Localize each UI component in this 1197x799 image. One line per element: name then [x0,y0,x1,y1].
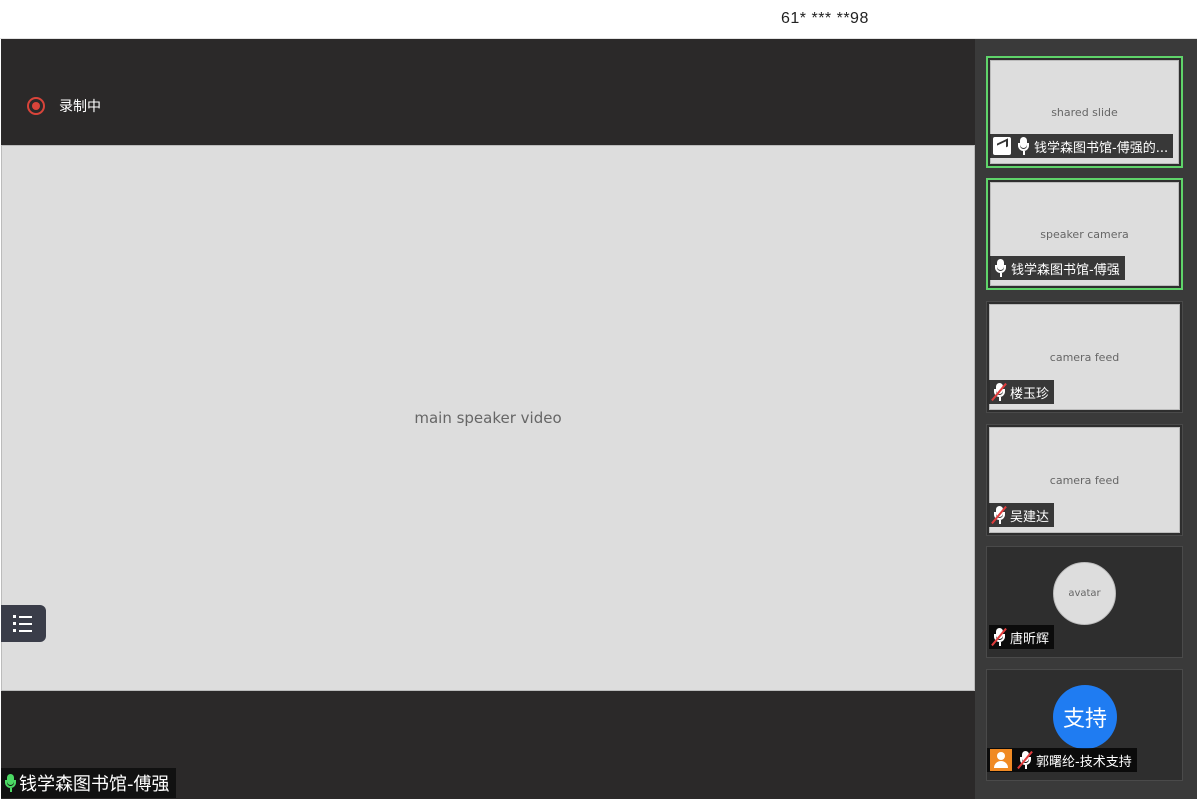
microphone-icon [1016,137,1030,155]
microphone-muted-icon [1018,751,1032,769]
recording-label: 录制中 [59,99,101,115]
screen-share-icon [993,137,1011,155]
speaker-name: 钱学森图书馆-傅强 [19,774,170,795]
participant-list-button[interactable] [1,605,46,642]
microphone-muted-icon [992,383,1006,401]
participant-name: 钱学森图书馆-傅强 [1011,262,1120,278]
main-video-placeholder: main speaker video [414,409,562,427]
participant-tile[interactable]: 支持 郭曙纶-技术支持 [986,669,1183,781]
main-stage: 录制中 main speaker video 钱学森图书馆-傅强 [1,39,975,799]
microphone-muted-icon [992,506,1006,524]
avatar: avatar [1053,562,1116,625]
participant-tile[interactable]: shared slide 钱学森图书馆-傅强的... [986,56,1183,168]
recording-icon [27,97,45,115]
title-bar: 61* *** **98 [0,0,1197,39]
participant-label: 吴建达 [989,503,1055,527]
participant-label: 钱学森图书馆-傅强的... [990,134,1174,158]
participant-tile[interactable]: avatar 唐昕辉 [986,546,1183,658]
meeting-window: 61* *** **98 录制中 main speaker video 钱学森图… [0,0,1197,799]
participant-name: 郭曙纶-技术支持 [1036,754,1132,770]
microphone-icon [993,259,1007,277]
avatar: 支持 [1053,685,1117,749]
list-icon [13,615,46,618]
participant-label: 钱学森图书馆-傅强 [990,256,1125,280]
speaker-name-label: 钱学森图书馆-傅强 [1,768,176,798]
meeting-id: 61* *** **98 [781,10,869,27]
participant-label: 唐昕辉 [989,625,1055,649]
microphone-muted-icon [992,628,1006,646]
recording-indicator: 录制中 [27,96,101,116]
microphone-icon [3,774,17,792]
participant-tile[interactable]: speaker camera 钱学森图书馆-傅强 [986,178,1183,290]
main-video[interactable]: main speaker video [1,145,975,691]
participant-tile[interactable]: camera feed 楼玉珍 [986,301,1183,413]
participant-label: 楼玉珍 [989,380,1055,404]
host-user-icon [990,749,1012,771]
participant-name: 唐昕辉 [1010,631,1050,647]
participant-gallery: shared slide 钱学森图书馆-傅强的... speaker camer… [975,39,1197,799]
participant-name: 楼玉珍 [1010,386,1050,402]
participant-tile[interactable]: camera feed 吴建达 [986,424,1183,536]
participant-name: 钱学森图书馆-傅强的... [1034,140,1169,156]
participant-label: 郭曙纶-技术支持 [987,748,1137,772]
participant-name: 吴建达 [1010,509,1050,525]
